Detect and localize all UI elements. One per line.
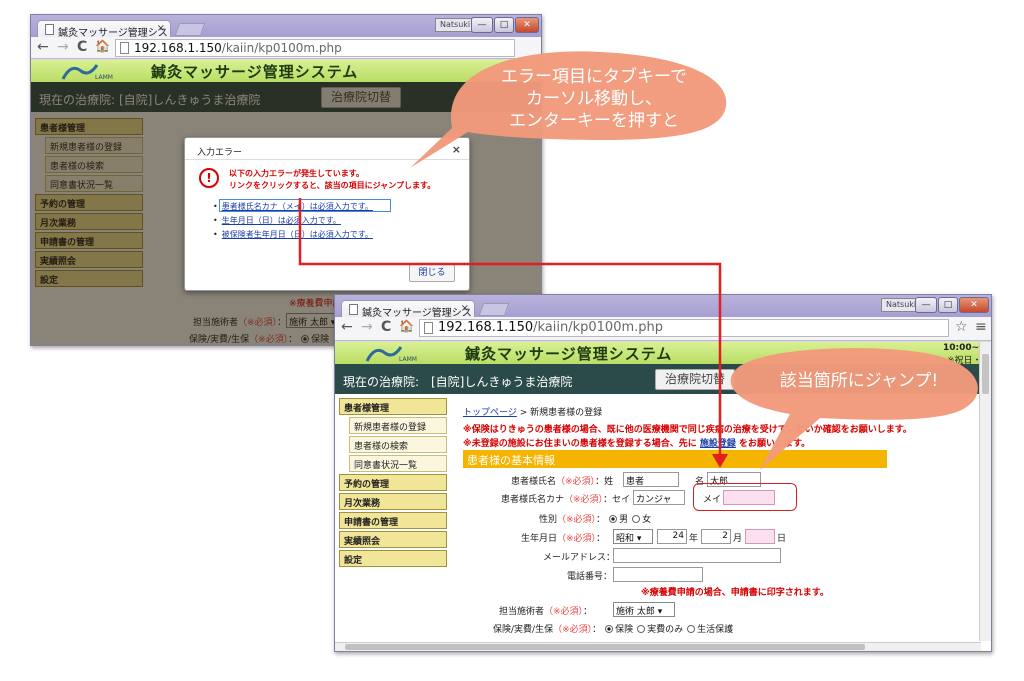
callout-top-line1: エラー項目にタブキーで [501, 67, 687, 87]
jump-arrow-head [712, 454, 728, 468]
callout-top-line2: カーソル移動し、 [526, 89, 662, 109]
callout-top-line3: エンターキーを押すと [509, 111, 679, 131]
callout-bottom: 該当箇所にジャンプ! [779, 371, 939, 391]
callout-bottom-bubble [730, 348, 978, 470]
jump-arrow [298, 198, 722, 456]
